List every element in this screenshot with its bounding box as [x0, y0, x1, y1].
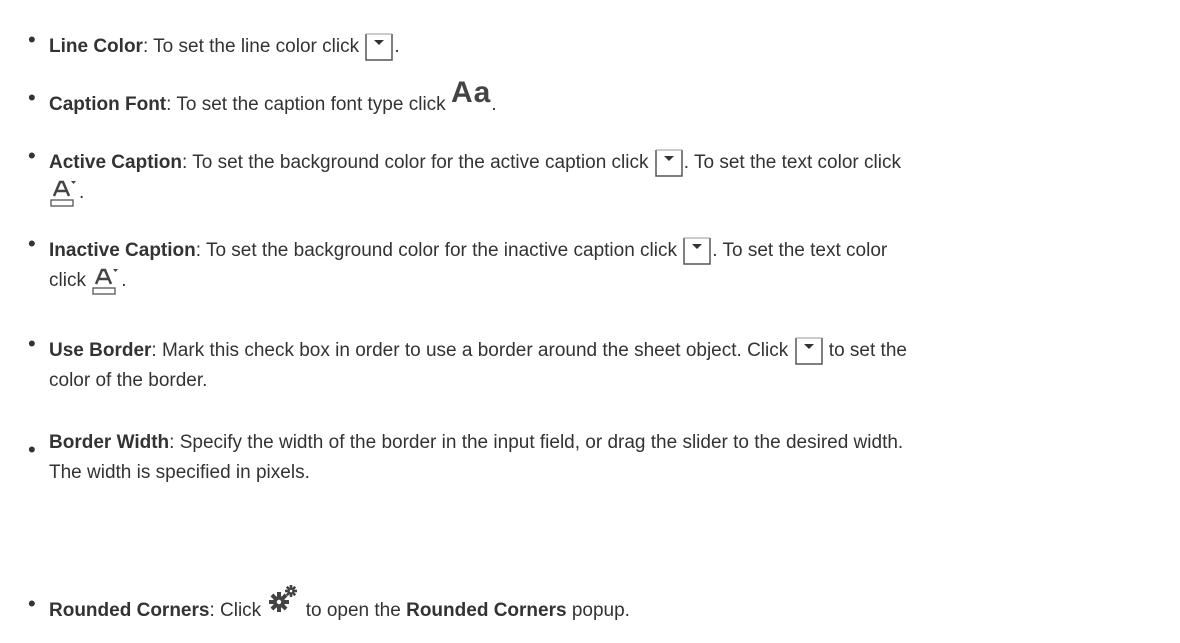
bullet: • — [28, 591, 36, 616]
bullet: • — [28, 27, 36, 52]
item-label: Inactive Caption — [49, 240, 196, 261]
bullet: • — [28, 437, 36, 462]
item-text: : Mark this check box in order to use a … — [151, 340, 794, 361]
item-text: to open the — [300, 600, 407, 621]
list-item-line-color: • Line Color: To set the line color clic… — [20, 27, 1170, 62]
item-text: . — [394, 36, 400, 57]
list-item-use-border: • Use Border: Mark this check box in ord… — [20, 331, 1170, 396]
color-dropdown-icon — [682, 236, 712, 266]
item-text: to set the — [823, 340, 907, 361]
color-dropdown-icon — [794, 336, 824, 366]
item-label: Border Width — [49, 432, 170, 453]
item-text: : To set the background color for the ac… — [182, 152, 654, 173]
text-color-icon — [91, 266, 121, 296]
bullet-list: • Line Color: To set the line color clic… — [0, 0, 1180, 643]
item-text: . To set the text color — [712, 240, 888, 261]
item-text: . — [79, 182, 85, 203]
item-label: Use Border — [49, 340, 152, 361]
item-text: color of the border. — [49, 370, 208, 391]
item-label: Rounded Corners — [49, 600, 210, 621]
item-label: Caption Font — [49, 94, 167, 115]
color-dropdown-icon — [654, 148, 684, 178]
item-text: . — [491, 94, 497, 115]
item-text: The width is specified in pixels. — [49, 462, 310, 483]
item-label: Active Caption — [49, 152, 183, 173]
list-item-border-width: • Border Width: Specify the width of the… — [20, 428, 1170, 488]
bullet: • — [28, 331, 36, 356]
bullet: • — [28, 231, 36, 256]
item-text: : To set the line color click — [142, 36, 365, 57]
list-item-rounded-corners: • Rounded Corners: Click to open the Rou… — [20, 585, 1170, 626]
list-item-caption-font: • Caption Font: To set the caption font … — [20, 78, 1170, 120]
item-text: . To set the text color click — [683, 152, 901, 173]
item-bold-text: Rounded Corners — [406, 600, 567, 621]
item-text: popup. — [566, 600, 630, 621]
bullet: • — [28, 143, 36, 168]
gear-icon — [266, 584, 300, 614]
bullet: • — [28, 85, 36, 110]
text-color-icon — [49, 178, 79, 208]
item-label: Line Color — [49, 36, 143, 57]
item-text: : Click — [209, 600, 267, 621]
font-icon: Aa — [450, 76, 492, 109]
item-text: : To set the background color for the in… — [195, 240, 683, 261]
item-text: : Specify the width of the border in the… — [169, 432, 904, 453]
item-text: . — [121, 270, 127, 291]
color-dropdown-icon — [364, 32, 394, 62]
list-item-inactive-caption: • Inactive Caption: To set the backgroun… — [20, 231, 1170, 296]
item-text: : To set the caption font type click — [166, 94, 451, 115]
item-text: click — [49, 270, 92, 291]
list-item-active-caption: • Active Caption: To set the background … — [20, 143, 1170, 208]
